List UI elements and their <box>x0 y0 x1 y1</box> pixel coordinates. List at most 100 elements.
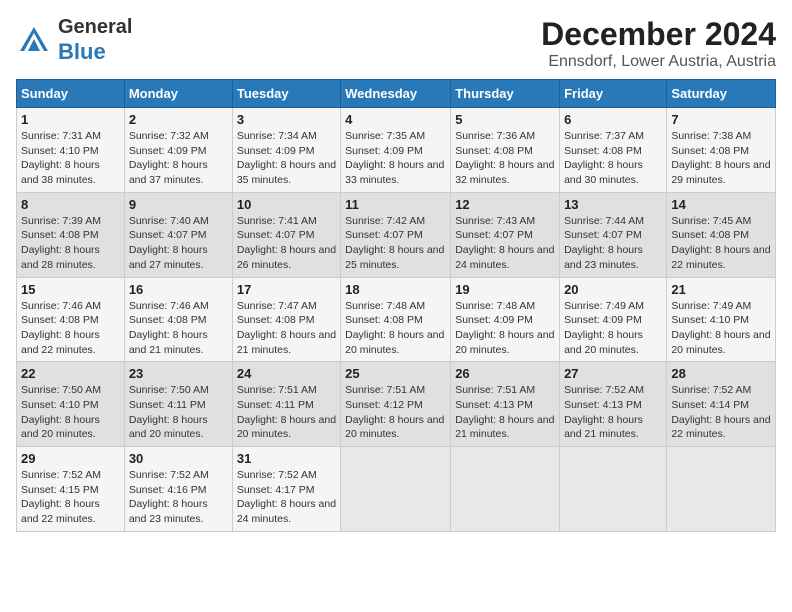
calendar-cell: 5Sunrise: 7:36 AM Sunset: 4:08 PM Daylig… <box>451 108 560 193</box>
calendar-cell: 14Sunrise: 7:45 AM Sunset: 4:08 PM Dayli… <box>667 192 776 277</box>
calendar-cell: 1 Sunrise: 7:31 AM Sunset: 4:10 PM Daylig… <box>17 108 125 193</box>
day-number: 17 <box>237 282 336 297</box>
calendar-cell: 23 Sunrise: 7:50 AM Sunset: 4:11 PM Dayli… <box>124 362 232 447</box>
day-number: 4 <box>345 112 446 127</box>
day-of-week-header: Wednesday <box>341 80 451 108</box>
day-number: 25 <box>345 366 446 381</box>
day-info: Sunrise: 7:52 AM Sunset: 4:17 PM Dayligh… <box>237 468 336 527</box>
day-info: Sunrise: 7:50 AM Sunset: 4:11 PM Dayligh… <box>129 383 228 442</box>
day-number: 12 <box>455 197 555 212</box>
calendar-cell: 9Sunrise: 7:40 AM Sunset: 4:07 PM Daylig… <box>124 192 232 277</box>
calendar-cell: 25 Sunrise: 7:51 AM Sunset: 4:12 PM Dayli… <box>341 362 451 447</box>
day-info: Sunrise: 7:41 AM Sunset: 4:07 PM Dayligh… <box>237 214 336 273</box>
day-info: Sunrise: 7:39 AM Sunset: 4:08 PM Dayligh… <box>21 214 120 273</box>
day-info: Sunrise: 7:49 AM Sunset: 4:09 PM Dayligh… <box>564 299 662 358</box>
calendar-cell: 26 Sunrise: 7:51 AM Sunset: 4:13 PM Dayli… <box>451 362 560 447</box>
day-number: 30 <box>129 451 228 466</box>
day-of-week-header: Tuesday <box>232 80 340 108</box>
day-number: 31 <box>237 451 336 466</box>
calendar-cell <box>667 447 776 532</box>
day-info: Sunrise: 7:47 AM Sunset: 4:08 PM Dayligh… <box>237 299 336 358</box>
page-title: December 2024 <box>541 16 776 53</box>
calendar-cell: 3Sunrise: 7:34 AM Sunset: 4:09 PM Daylig… <box>232 108 340 193</box>
day-number: 15 <box>21 282 120 297</box>
day-info: Sunrise: 7:42 AM Sunset: 4:07 PM Dayligh… <box>345 214 446 273</box>
day-of-week-header: Thursday <box>451 80 560 108</box>
day-number: 18 <box>345 282 446 297</box>
calendar-cell: 22Sunrise: 7:50 AM Sunset: 4:10 PM Dayli… <box>17 362 125 447</box>
day-info: Sunrise: 7:35 AM Sunset: 4:09 PM Dayligh… <box>345 129 446 188</box>
page-subtitle: Ennsdorf, Lower Austria, Austria <box>541 53 776 71</box>
calendar-cell: 24 Sunrise: 7:51 AM Sunset: 4:11 PM Dayli… <box>232 362 340 447</box>
day-number: 28 <box>671 366 771 381</box>
calendar-cell: 29Sunrise: 7:52 AM Sunset: 4:15 PM Dayli… <box>17 447 125 532</box>
calendar-cell: 30Sunrise: 7:52 AM Sunset: 4:16 PM Dayli… <box>124 447 232 532</box>
day-number: 1 <box>21 112 120 127</box>
logo: GeneralBlue <box>16 16 132 65</box>
day-info: Sunrise: 7:32 AM Sunset: 4:09 PM Dayligh… <box>129 129 228 188</box>
day-number: 10 <box>237 197 336 212</box>
day-number: 27 <box>564 366 662 381</box>
day-number: 23 <box>129 366 228 381</box>
day-info: Sunrise: 7:43 AM Sunset: 4:07 PM Dayligh… <box>455 214 555 273</box>
day-info: Sunrise: 7:36 AM Sunset: 4:08 PM Dayligh… <box>455 129 555 188</box>
day-number: 8 <box>21 197 120 212</box>
day-number: 11 <box>345 197 446 212</box>
calendar-cell: 19 Sunrise: 7:48 AM Sunset: 4:09 PM Dayli… <box>451 277 560 362</box>
day-info: Sunrise: 7:31 AM Sunset: 4:10 PM Dayligh… <box>21 129 120 188</box>
day-info: Sunrise: 7:51 AM Sunset: 4:13 PM Dayligh… <box>455 383 555 442</box>
calendar-cell: 4 Sunrise: 7:35 AM Sunset: 4:09 PM Daylig… <box>341 108 451 193</box>
day-number: 22 <box>21 366 120 381</box>
title-block: December 2024 Ennsdorf, Lower Austria, A… <box>541 16 776 71</box>
calendar-week-row: 15 Sunrise: 7:46 AM Sunset: 4:08 PM Dayli… <box>17 277 776 362</box>
day-info: Sunrise: 7:52 AM Sunset: 4:13 PM Dayligh… <box>564 383 662 442</box>
day-info: Sunrise: 7:38 AM Sunset: 4:08 PM Dayligh… <box>671 129 771 188</box>
logo-icon <box>16 23 52 59</box>
calendar-cell: 16 Sunrise: 7:46 AM Sunset: 4:08 PM Dayli… <box>124 277 232 362</box>
day-number: 20 <box>564 282 662 297</box>
calendar-cell: 7 Sunrise: 7:38 AM Sunset: 4:08 PM Daylig… <box>667 108 776 193</box>
calendar-week-row: 8 Sunrise: 7:39 AM Sunset: 4:08 PM Daylig… <box>17 192 776 277</box>
calendar-header: SundayMondayTuesdayWednesdayThursdayFrid… <box>17 80 776 108</box>
calendar-cell: 15 Sunrise: 7:46 AM Sunset: 4:08 PM Dayli… <box>17 277 125 362</box>
calendar-week-row: 1 Sunrise: 7:31 AM Sunset: 4:10 PM Daylig… <box>17 108 776 193</box>
calendar-cell <box>560 447 667 532</box>
day-number: 21 <box>671 282 771 297</box>
day-number: 24 <box>237 366 336 381</box>
calendar-cell: 18 Sunrise: 7:48 AM Sunset: 4:08 PM Dayli… <box>341 277 451 362</box>
calendar-week-row: 29Sunrise: 7:52 AM Sunset: 4:15 PM Dayli… <box>17 447 776 532</box>
day-number: 16 <box>129 282 228 297</box>
day-info: Sunrise: 7:37 AM Sunset: 4:08 PM Dayligh… <box>564 129 662 188</box>
calendar-cell <box>341 447 451 532</box>
day-info: Sunrise: 7:48 AM Sunset: 4:08 PM Dayligh… <box>345 299 446 358</box>
day-number: 13 <box>564 197 662 212</box>
calendar-week-row: 22Sunrise: 7:50 AM Sunset: 4:10 PM Dayli… <box>17 362 776 447</box>
calendar-cell: 10 Sunrise: 7:41 AM Sunset: 4:07 PM Dayli… <box>232 192 340 277</box>
day-of-week-header: Monday <box>124 80 232 108</box>
day-of-week-header: Sunday <box>17 80 125 108</box>
calendar-cell: 27 Sunrise: 7:52 AM Sunset: 4:13 PM Dayli… <box>560 362 667 447</box>
calendar-cell: 17 Sunrise: 7:47 AM Sunset: 4:08 PM Dayli… <box>232 277 340 362</box>
day-info: Sunrise: 7:46 AM Sunset: 4:08 PM Dayligh… <box>21 299 120 358</box>
calendar-cell: 31 Sunrise: 7:52 AM Sunset: 4:17 PM Dayli… <box>232 447 340 532</box>
logo-text: GeneralBlue <box>58 16 132 65</box>
day-info: Sunrise: 7:51 AM Sunset: 4:12 PM Dayligh… <box>345 383 446 442</box>
day-number: 7 <box>671 112 771 127</box>
calendar-body: 1 Sunrise: 7:31 AM Sunset: 4:10 PM Daylig… <box>17 108 776 532</box>
day-info: Sunrise: 7:49 AM Sunset: 4:10 PM Dayligh… <box>671 299 771 358</box>
day-info: Sunrise: 7:51 AM Sunset: 4:11 PM Dayligh… <box>237 383 336 442</box>
day-number: 6 <box>564 112 662 127</box>
calendar-cell: 12 Sunrise: 7:43 AM Sunset: 4:07 PM Dayli… <box>451 192 560 277</box>
day-of-week-header: Saturday <box>667 80 776 108</box>
day-info: Sunrise: 7:48 AM Sunset: 4:09 PM Dayligh… <box>455 299 555 358</box>
calendar-cell <box>451 447 560 532</box>
day-number: 26 <box>455 366 555 381</box>
calendar-cell: 13Sunrise: 7:44 AM Sunset: 4:07 PM Dayli… <box>560 192 667 277</box>
day-number: 14 <box>671 197 771 212</box>
day-info: Sunrise: 7:46 AM Sunset: 4:08 PM Dayligh… <box>129 299 228 358</box>
day-number: 19 <box>455 282 555 297</box>
page-header: GeneralBlue December 2024 Ennsdorf, Lowe… <box>16 16 776 71</box>
day-of-week-header: Friday <box>560 80 667 108</box>
day-info: Sunrise: 7:52 AM Sunset: 4:14 PM Dayligh… <box>671 383 771 442</box>
day-info: Sunrise: 7:40 AM Sunset: 4:07 PM Dayligh… <box>129 214 228 273</box>
